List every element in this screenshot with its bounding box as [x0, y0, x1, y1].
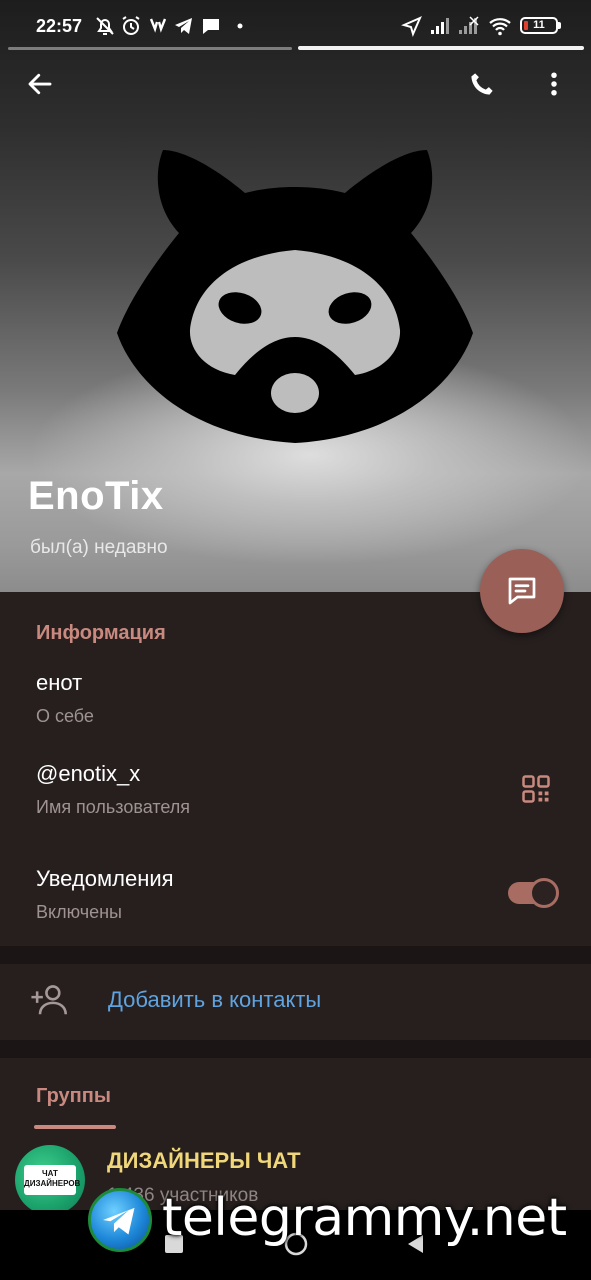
battery-level: 11	[533, 19, 545, 31]
back-button[interactable]	[20, 64, 60, 104]
chat-bubble-icon	[203, 19, 219, 34]
phone-icon	[471, 73, 493, 95]
signal-icon	[431, 18, 449, 34]
telegram-logo-icon	[88, 1188, 152, 1252]
username-label: Имя пользователя	[36, 797, 191, 817]
telegram-icon	[175, 18, 192, 34]
info-header: Информация	[36, 622, 166, 644]
bell-off-icon	[96, 17, 114, 35]
battery-icon: 11	[520, 17, 558, 34]
raccoon-avatar	[117, 150, 473, 443]
group-avatar: ЧАТ ДИЗАЙНЕРОВ	[15, 1145, 85, 1215]
vk-icon	[149, 18, 167, 33]
notifications-title: Уведомления	[36, 866, 174, 891]
dot-icon	[237, 23, 243, 29]
alarm-icon	[122, 16, 140, 35]
bio-label: О себе	[36, 706, 94, 726]
section-divider	[0, 1040, 591, 1058]
groups-header[interactable]: Группы	[36, 1085, 111, 1108]
add-contact-label[interactable]: Добавить в контакты	[108, 987, 321, 1013]
profile-name: EnoTix	[28, 474, 164, 518]
groups-tab-indicator	[34, 1125, 116, 1129]
more-vertical-icon	[551, 72, 557, 96]
watermark-text: telegrammy.net	[162, 1188, 567, 1248]
status-bar: 22:57 11	[0, 0, 591, 52]
more-menu-button[interactable]	[534, 64, 574, 104]
wifi-icon	[489, 18, 511, 36]
status-time: 22:57	[36, 16, 83, 36]
notifications-status: Включены	[36, 902, 122, 922]
location-icon	[401, 16, 422, 37]
qr-code-icon[interactable]	[521, 774, 551, 804]
info-section: Информация енот О себе @enotix_x Имя пол…	[0, 592, 591, 946]
section-divider	[0, 946, 591, 964]
signal-no-icon	[459, 16, 479, 34]
add-user-icon	[31, 985, 67, 1015]
group-avatar-text: ЧАТ ДИЗАЙНЕРОВ	[24, 1165, 80, 1195]
message-icon	[508, 577, 536, 605]
bio-value: енот	[36, 670, 83, 695]
call-button[interactable]	[462, 64, 502, 104]
group-name: ДИЗАЙНЕРЫ ЧАТ	[107, 1148, 301, 1173]
last-seen-status: был(а) недавно	[30, 537, 168, 558]
message-fab[interactable]	[480, 549, 564, 633]
arrow-left-icon	[28, 73, 52, 95]
username-value: @enotix_x	[36, 761, 141, 786]
